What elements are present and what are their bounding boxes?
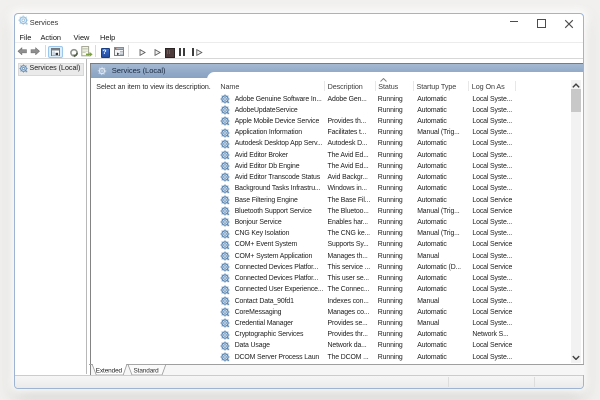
- svg-text:Standard: Standard: [134, 367, 160, 374]
- svg-text:Extended: Extended: [96, 367, 123, 374]
